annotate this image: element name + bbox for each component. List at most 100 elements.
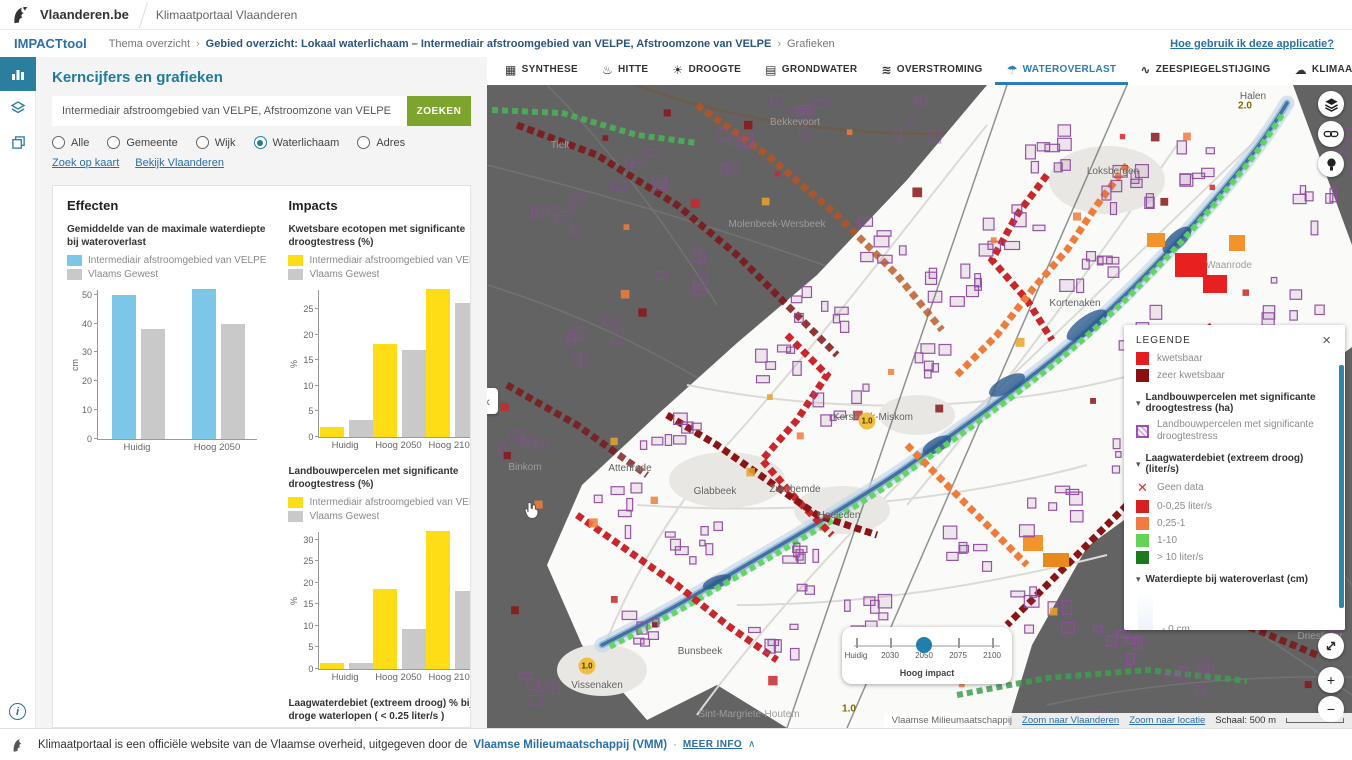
y-tick-label: 40 xyxy=(74,319,92,329)
tab-droogte[interactable]: ☀ DROOGTE xyxy=(660,57,753,85)
zoom-in-button[interactable]: + xyxy=(1318,667,1344,693)
vlaanderen-lion-icon xyxy=(10,4,32,26)
fullscreen-button[interactable] xyxy=(1318,633,1344,659)
pluvial-flood-umbrella-icon: ☂ xyxy=(1007,63,1018,77)
radio-alle[interactable]: Alle xyxy=(52,136,89,149)
layers-icon xyxy=(10,100,26,116)
legend-section-header[interactable]: ▾Waterdiepte bij wateroverlast (cm) xyxy=(1136,574,1331,585)
radio-wijk[interactable]: Wijk xyxy=(196,136,236,149)
bar xyxy=(373,589,397,669)
radio-waterlichaam[interactable]: Waterlichaam xyxy=(254,136,340,149)
help-link[interactable]: Hoe gebruik ik deze applicatie? xyxy=(1170,38,1334,50)
panel-collapse-button[interactable]: ‹ xyxy=(487,388,498,414)
legend-label: Vlaams Gewest xyxy=(309,511,379,522)
map-attribution: Vlaamse Milieumaatschappij Zoom naar Vla… xyxy=(884,713,1352,728)
tab-klimaat[interactable]: ☁KLIMAAT xyxy=(1283,57,1352,85)
bar-chart-icon xyxy=(10,66,26,82)
tab-label: DROOGTE xyxy=(688,64,741,75)
map-legend: LEGENDE × kwetsbaarzeer kwetsbaar▾Landbo… xyxy=(1124,325,1345,630)
kerncijfers-panel: Kerncijfers en grafieken ZOEKEN Alle Geme… xyxy=(36,57,487,728)
bar-chart: Landbouwpercelen met significante droogt… xyxy=(288,465,471,683)
rail-item-layers[interactable] xyxy=(0,91,36,125)
map-area: ▦SYNTHESE♨HITTE ☀ DROOGTE ▤GRONDWATER≋OVERS… xyxy=(487,57,1352,728)
tab-wateroverlast[interactable]: ☂WATEROVERLAST xyxy=(995,57,1129,85)
y-tick-label: 20 xyxy=(295,330,313,340)
legend-swatch-icon xyxy=(67,269,82,280)
breadcrumb-bar: IMPACTtool Thema overzicht › Gebied overzi… xyxy=(0,30,1352,57)
bar xyxy=(455,303,471,437)
chart-title: Landbouwpercelen met significante droogt… xyxy=(288,465,471,491)
y-tick-label: 0 xyxy=(74,434,92,444)
legend-swatch-icon xyxy=(1136,352,1149,365)
tab-grondwater[interactable]: ▤GRONDWATER xyxy=(753,57,869,85)
vmm-link[interactable]: Vlaamse Milieumaatschappij (VMM) xyxy=(473,739,667,751)
breadcrumb-item[interactable]: Thema overzicht xyxy=(109,38,190,50)
legend-scrollbar[interactable] xyxy=(1339,365,1344,608)
legend-swatch-icon xyxy=(288,511,303,522)
legend-item: Landbouwpercelen met significante droogt… xyxy=(1136,419,1331,443)
info-icon[interactable]: i xyxy=(9,703,26,720)
y-tick-label: 20 xyxy=(74,376,92,386)
search-type-radios: Alle Gemeente Wijk Waterlichaam Adres xyxy=(52,136,471,149)
legend-item: zeer kwetsbaar xyxy=(1136,369,1331,382)
app-title[interactable]: IMPACTtool xyxy=(14,36,87,51)
legend-section-header[interactable]: ▾Laagwaterdebiet (extreem droog) (liter/… xyxy=(1136,453,1331,475)
zoom-to-flanders-link[interactable]: Zoom naar Vlaanderen xyxy=(1022,715,1119,726)
panel-link-zoek-op-kaart[interactable]: Zoek op kaart xyxy=(52,157,119,169)
y-tick-label: 10 xyxy=(295,381,313,391)
timeline-tick-label[interactable]: 2100 xyxy=(983,651,1001,660)
synthese-grid-icon: ▦ xyxy=(505,63,517,77)
tab-label: ZEESPIEGELSTIJGING xyxy=(1156,64,1271,75)
timeline-handle[interactable] xyxy=(916,637,932,653)
impacts-column-title: Impacts xyxy=(288,198,471,213)
y-tick-label: 15 xyxy=(295,599,313,609)
breadcrumb-item[interactable]: Gebied overzicht: Lokaal waterlichaam – … xyxy=(206,38,772,50)
share-link-button[interactable] xyxy=(1318,121,1344,147)
radio-gemeente[interactable]: Gemeente xyxy=(107,136,177,149)
breadcrumb-item[interactable]: Grafieken xyxy=(787,38,835,50)
chart-legend-item: Vlaams Gewest xyxy=(288,269,471,280)
legend-section-header[interactable]: ▾Landbouwpercelen met significante droog… xyxy=(1136,392,1331,414)
tab-zeespiegelstijging[interactable]: ∿ZEESPIEGELSTIJGING xyxy=(1128,57,1282,85)
bar xyxy=(141,329,165,439)
legend-label: Intermediair afstroomgebied van VELPE xyxy=(88,255,266,266)
legend-swatch-icon xyxy=(67,255,82,266)
legend-item: 0-0,25 liter/s xyxy=(1136,500,1331,513)
zoom-to-location-link[interactable]: Zoom naar locatie xyxy=(1129,715,1205,726)
panel-link-bekijk-vlaanderen[interactable]: Bekijk Vlaanderen xyxy=(135,157,224,169)
timeline-tick-label[interactable]: 2075 xyxy=(949,651,967,660)
map-canvas[interactable]: TieltBekkevoortHalenLoksbergenMolenbeek-… xyxy=(487,85,1352,728)
link-icon xyxy=(1323,126,1339,142)
y-tick-label: 5 xyxy=(295,642,313,652)
basemap-layers-button[interactable] xyxy=(1318,91,1344,117)
brand-title[interactable]: Vlaanderen.be xyxy=(40,7,129,22)
x-category-label: Huidig xyxy=(124,442,151,453)
timeline-tick-label[interactable]: 2030 xyxy=(881,651,899,660)
drought-sun-icon: ☀ xyxy=(672,63,683,77)
timeline-tick-label[interactable]: Huidig xyxy=(845,651,868,660)
icon-rail: i xyxy=(0,57,36,728)
scenario-timeline[interactable]: Huidig2030205020752100Hoog impact xyxy=(842,627,1012,684)
tab-hitte[interactable]: ♨HITTE xyxy=(590,57,660,85)
tab-synthese[interactable]: ▦SYNTHESE xyxy=(493,57,590,85)
legend-close-icon[interactable]: × xyxy=(1322,336,1331,346)
breadcrumb-separator: › xyxy=(196,38,200,50)
no-data-x-icon: ✕ xyxy=(1136,480,1149,496)
radio-dot-icon xyxy=(107,136,120,149)
panel-title: Kerncijfers en grafieken xyxy=(52,69,471,86)
chevron-up-icon: ∧ xyxy=(748,739,755,750)
search-button[interactable]: ZOEKEN xyxy=(407,96,471,126)
thermometer-icon: ♨ xyxy=(602,63,613,77)
search-input[interactable] xyxy=(52,96,407,126)
meer-info-link[interactable]: MEER INFO xyxy=(683,739,742,750)
radio-adres[interactable]: Adres xyxy=(357,136,405,149)
legend-label: Landbouwpercelen met significante droogt… xyxy=(1157,419,1331,443)
footer-text: Klimaatportaal is een officiële website … xyxy=(38,739,467,751)
rail-item-reports[interactable] xyxy=(0,125,36,159)
climate-cloud-icon: ☁ xyxy=(1295,63,1307,77)
copy-pages-icon xyxy=(11,135,26,150)
header-divider xyxy=(139,2,148,28)
tips-lightbulb-button[interactable] xyxy=(1318,151,1344,177)
tab-overstroming[interactable]: ≋OVERSTROMING xyxy=(869,57,994,85)
rail-item-charts[interactable] xyxy=(0,57,36,91)
